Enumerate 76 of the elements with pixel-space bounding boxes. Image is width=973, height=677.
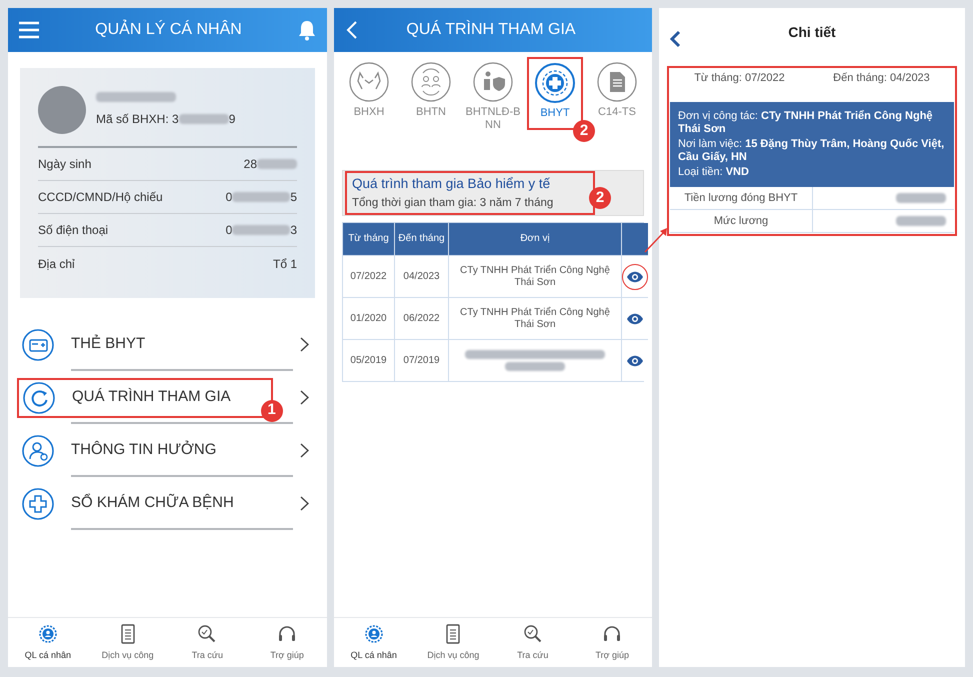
nav-tab[interactable]: Tra cứu	[493, 618, 572, 667]
menu-item[interactable]: THẺ BHYT	[71, 333, 146, 356]
eye-icon[interactable]	[626, 312, 644, 324]
profile-gear-icon	[36, 622, 59, 645]
menu-item[interactable]: QUÁ TRÌNH THAM GIA	[72, 386, 231, 409]
field-label: Số điện thoại	[38, 222, 108, 239]
field-value: 0	[226, 222, 232, 239]
table-cell: 05/2019	[343, 339, 395, 381]
field-label: Địa chỉ	[38, 256, 75, 272]
profile-gear-icon	[362, 622, 385, 645]
column-header	[622, 223, 648, 255]
callout-number: 2	[573, 120, 595, 142]
field-value: 28	[244, 156, 257, 173]
table-cell: 04/2023	[395, 255, 449, 297]
person-shield-icon	[473, 62, 513, 102]
nav-tab[interactable]: Trợ giúp	[572, 618, 652, 667]
info-text: Nơi làm việc: 15 Đặng Thùy Trâm, Hoàng Quốc Việt, Cầu Giấy, HN	[678, 138, 946, 164]
chevron-right-icon[interactable]	[300, 496, 309, 511]
plus-icon	[22, 488, 54, 520]
insurance-id-text: Mã số BHXH: 3	[96, 111, 179, 128]
field-label: Ngày sinh	[38, 156, 92, 173]
refresh-icon	[23, 382, 55, 414]
category-tab[interactable]: BHTN	[400, 62, 462, 156]
field-value: 3	[290, 222, 297, 239]
chevron-right-icon[interactable]	[300, 390, 309, 405]
summary-subtitle: Tổng thời gian tham gia: 3 năm 7 tháng	[352, 196, 554, 210]
field-value: 5	[290, 189, 297, 206]
table-cell: Mức lương	[670, 210, 813, 232]
category-tab[interactable]: BHXH	[338, 62, 400, 156]
field-label: CCCD/CMND/Hộ chiếu	[38, 189, 163, 206]
person-icon	[22, 434, 54, 466]
insurance-id-text: 9	[228, 111, 236, 128]
column-header: Đơn vị	[449, 223, 622, 255]
field-value: Tổ 1	[272, 256, 297, 272]
column-header: Đến tháng	[395, 223, 449, 255]
period-text: Từ tháng: 07/2022	[694, 71, 785, 86]
table-cell: 01/2020	[343, 297, 395, 339]
menu-item[interactable]: THÔNG TIN HƯỞNG	[71, 439, 216, 462]
back-icon[interactable]	[669, 30, 681, 48]
nav-tab[interactable]: Trợ giúp	[247, 618, 327, 667]
category-tab[interactable]: BHTNLĐ-BNN	[462, 62, 524, 156]
avatar-placeholder	[38, 86, 86, 134]
document-icon	[597, 62, 637, 102]
table-cell: 07/2019	[395, 339, 449, 381]
screen-title: QUẢN LÝ CÁ NHÂN	[94, 18, 243, 40]
screen-title: QUÁ TRÌNH THAM GIA	[405, 19, 577, 40]
nav-tab[interactable]: Dịch vụ công	[414, 618, 493, 667]
column-header: Từ tháng	[343, 223, 395, 255]
nav-tab[interactable]: QL cá nhân	[334, 618, 414, 667]
nav-tab[interactable]: Tra cứu	[168, 618, 248, 667]
callout-number: 1	[260, 400, 283, 422]
info-text: Loại tiền: VND	[678, 166, 750, 179]
table-cell: Tiền lương đóng BHYT	[670, 187, 813, 209]
nav-tab[interactable]: QL cá nhân	[8, 618, 88, 667]
period-text: Đến tháng: 04/2023	[833, 71, 930, 86]
menu-icon[interactable]	[18, 21, 40, 39]
redacted-text	[178, 114, 229, 124]
nav-tab[interactable]: Dịch vụ công	[88, 618, 168, 667]
eye-icon[interactable]	[626, 354, 644, 366]
chevron-right-icon[interactable]	[300, 443, 309, 458]
info-text: Đơn vị công tác: CTy TNHH Phát Triển Công Nghệ Thái Sơn	[678, 110, 934, 136]
eye-icon[interactable]	[626, 270, 644, 282]
table-cell: 07/2022	[343, 255, 395, 297]
search-icon	[522, 622, 544, 645]
card-icon	[22, 328, 54, 360]
bell-icon[interactable]	[297, 19, 317, 41]
callout-number: 2	[589, 187, 611, 210]
table-cell: CTy TNHH Phát Triển Công Nghệ Thái Sơn	[449, 255, 622, 297]
chevron-right-icon[interactable]	[300, 337, 309, 352]
table-cell: CTy TNHH Phát Triển Công Nghệ Thái Sơn	[449, 297, 622, 339]
field-value: 0	[226, 189, 232, 206]
screen-title: Chi tiết	[787, 22, 837, 42]
summary-title: Quá trình tham gia Bảo hiểm y tế	[352, 175, 552, 194]
plus-icon	[535, 63, 575, 103]
table-cell: 06/2022	[395, 297, 449, 339]
menu-item[interactable]: SỔ KHÁM CHỮA BỆNH	[71, 492, 234, 515]
